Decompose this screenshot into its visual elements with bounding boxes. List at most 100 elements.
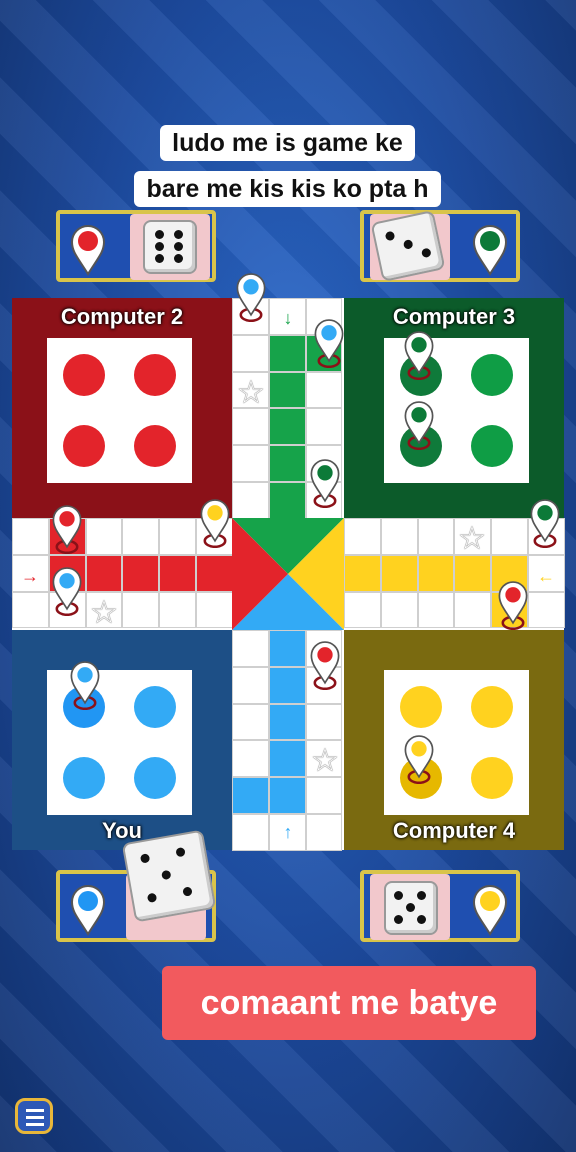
dice-slot-computer-2 <box>130 214 210 280</box>
board-cell[interactable] <box>344 518 381 555</box>
token-pin-icon[interactable] <box>402 734 436 785</box>
token-spot[interactable] <box>471 425 513 467</box>
token-pin-icon[interactable] <box>308 640 342 691</box>
caption-line-2: bare me kis kis ko pta h <box>134 171 441 207</box>
token-pin-icon[interactable] <box>528 498 562 549</box>
board-cell[interactable] <box>305 814 343 851</box>
player-panel-computer-2 <box>56 210 216 282</box>
token-pin-icon[interactable] <box>198 498 232 549</box>
board-cell[interactable] <box>122 591 160 629</box>
token-pin-icon[interactable] <box>68 660 102 711</box>
board-cell[interactable] <box>305 408 343 446</box>
board-cell[interactable] <box>232 740 269 778</box>
dice-icon[interactable] <box>121 829 217 923</box>
board-cell[interactable] <box>268 371 306 409</box>
board-cell[interactable] <box>12 518 49 555</box>
board-cell[interactable] <box>159 554 196 592</box>
token-spot[interactable] <box>134 354 176 396</box>
ludo-board: Computer 2 Computer 3 You Computer 4 ☆ ☆… <box>12 273 565 851</box>
board-cell[interactable] <box>85 518 123 555</box>
token-spot[interactable] <box>63 757 105 799</box>
board-cell[interactable] <box>232 703 269 741</box>
board-cell[interactable] <box>232 814 269 851</box>
board-cell[interactable] <box>232 630 269 667</box>
board-cell[interactable] <box>159 591 196 629</box>
board-cell[interactable] <box>268 445 306 482</box>
red-pin-icon <box>68 222 116 276</box>
token-spot[interactable] <box>134 757 176 799</box>
board-cell[interactable] <box>380 518 418 555</box>
dice-slot-computer-3 <box>370 210 450 282</box>
token-spot[interactable] <box>400 686 442 728</box>
caption-line-1: ludo me is game ke <box>160 125 415 161</box>
safe-star-icon: ☆ <box>310 742 340 778</box>
board-cell[interactable] <box>232 666 269 704</box>
token-spot[interactable] <box>134 425 176 467</box>
board-cell[interactable] <box>417 518 455 555</box>
board-cell[interactable] <box>268 666 306 704</box>
board-cell[interactable] <box>122 518 160 555</box>
green-pin-icon <box>470 222 518 276</box>
board-cell[interactable] <box>159 518 196 555</box>
token-pin-icon[interactable] <box>402 330 436 381</box>
token-pin-icon[interactable] <box>234 272 268 323</box>
board-cell[interactable] <box>344 554 381 592</box>
board-cell[interactable] <box>196 591 233 629</box>
board-cell[interactable] <box>380 591 418 629</box>
board-cell[interactable] <box>232 482 269 519</box>
board-cell[interactable] <box>417 554 455 592</box>
list-menu-icon[interactable] <box>15 1098 53 1134</box>
board-cell[interactable] <box>344 591 381 629</box>
entry-arrow-icon: ↑ <box>283 822 293 842</box>
board-cell[interactable] <box>232 408 269 446</box>
board-cell[interactable] <box>454 591 492 629</box>
board-cell[interactable] <box>268 777 306 814</box>
board-cell[interactable] <box>268 334 306 372</box>
token-pin-icon[interactable] <box>50 566 84 617</box>
token-spot[interactable] <box>63 354 105 396</box>
token-spot[interactable] <box>471 354 513 396</box>
board-cell[interactable] <box>528 591 565 629</box>
entry-arrow-icon: ← <box>537 566 555 586</box>
board-cell[interactable] <box>268 630 306 667</box>
dice-icon[interactable] <box>370 210 446 282</box>
player-name: Computer 3 <box>392 304 516 329</box>
board-cell[interactable] <box>491 518 528 555</box>
board-cell[interactable] <box>417 591 455 629</box>
token-pin-icon[interactable] <box>308 458 342 509</box>
safe-star-icon: ☆ <box>236 374 266 410</box>
board-cell[interactable] <box>305 703 343 741</box>
yellow-pin-icon <box>470 882 518 936</box>
board-cell[interactable] <box>122 554 160 592</box>
token-pin-icon[interactable] <box>402 400 436 451</box>
token-pin-icon[interactable] <box>496 580 530 631</box>
token-pin-icon[interactable] <box>50 504 84 555</box>
dice-icon[interactable] <box>384 881 438 935</box>
board-cell[interactable] <box>232 777 269 814</box>
board-cell[interactable] <box>268 703 306 741</box>
board-cell[interactable] <box>454 554 492 592</box>
board-cell[interactable] <box>268 408 306 446</box>
token-spot[interactable] <box>134 686 176 728</box>
board-cell[interactable] <box>305 371 343 409</box>
player-panel-computer-3 <box>360 210 520 282</box>
board-cell[interactable] <box>268 482 306 519</box>
board-cell[interactable] <box>12 591 49 629</box>
home-computer-2: Computer 2 <box>12 298 232 518</box>
entry-arrow-icon: ↓ <box>283 308 293 328</box>
token-spot[interactable] <box>471 757 513 799</box>
dice-icon[interactable] <box>143 220 197 274</box>
board-cell[interactable] <box>85 554 123 592</box>
comment-overlay: comaant me batye <box>162 966 536 1040</box>
home-you: You <box>12 630 232 850</box>
entry-arrow-icon: → <box>21 566 39 586</box>
board-cell[interactable] <box>380 554 418 592</box>
board-cell[interactable] <box>305 777 343 814</box>
board-cell[interactable] <box>232 445 269 482</box>
board-cell[interactable] <box>232 334 269 372</box>
board-cell[interactable] <box>196 554 233 592</box>
token-spot[interactable] <box>63 425 105 467</box>
token-spot[interactable] <box>471 686 513 728</box>
board-cell[interactable] <box>268 740 306 778</box>
token-pin-icon[interactable] <box>312 318 346 369</box>
